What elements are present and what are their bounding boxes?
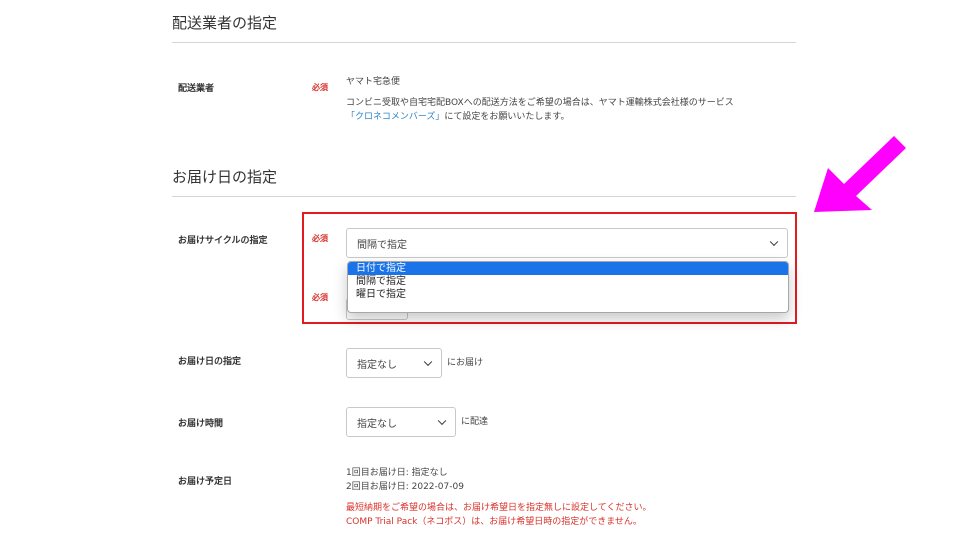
scheduled-label: お届け予定日 (178, 477, 233, 487)
cycle-label: お届けサイクルの指定 (178, 236, 268, 246)
annotation-arrow-icon (814, 136, 906, 212)
cycle-option[interactable]: 間隔で指定 (348, 275, 788, 288)
cycle-select[interactable]: 間隔で指定 (346, 228, 788, 258)
scheduled-warning2: COMP Trial Pack（ネコポス）は、お届け希望日時の指定ができません。 (346, 517, 642, 527)
date-select[interactable]: 指定なし (346, 348, 442, 378)
required-badge-second: 必須 (312, 293, 328, 302)
scheduled-warning1: 最短納期をご希望の場合は、お届け希望日を指定無しに設定してください。 (346, 503, 652, 513)
chevron-down-icon (769, 237, 779, 247)
cycle-option[interactable]: 日付で指定 (348, 262, 788, 275)
date-suffix: にお届け (447, 358, 484, 368)
date-label: お届け日の指定 (178, 357, 242, 367)
cycle-dropdown-list[interactable]: 日付で指定 間隔で指定 曜日で指定 (347, 261, 789, 313)
kuroneko-members-link[interactable]: 「クロネコメンバーズ」 (346, 112, 444, 122)
carrier-value: ヤマト宅急便 (346, 77, 401, 87)
divider (172, 42, 796, 43)
chevron-down-icon (423, 357, 433, 367)
cycle-option[interactable]: 曜日で指定 (348, 288, 788, 301)
scheduled-line1: 1回目お届け日: 指定なし (346, 468, 448, 478)
delivery-section-title: お届け日の指定 (172, 168, 278, 186)
required-badge: 必須 (312, 83, 328, 92)
chevron-down-icon (437, 416, 447, 426)
time-label: お届け時間 (178, 419, 224, 429)
cycle-select-value: 間隔で指定 (357, 239, 407, 251)
divider (172, 196, 796, 197)
carrier-note-line2: 「クロネコメンバーズ」にて設定をお願いいたします。 (346, 111, 569, 124)
scheduled-line2: 2回目お届け日: 2022-07-09 (346, 482, 464, 492)
carrier-note-rest: にて設定をお願いいたします。 (444, 112, 570, 122)
carrier-label: 配送業者 (178, 84, 215, 94)
time-suffix: に配達 (461, 417, 489, 427)
required-badge: 必須 (312, 234, 328, 243)
carrier-section-title: 配送業者の指定 (172, 14, 278, 32)
time-select[interactable]: 指定なし (346, 407, 456, 437)
time-select-value: 指定なし (357, 418, 397, 430)
date-select-value: 指定なし (357, 359, 397, 371)
carrier-note-line1: コンビニ受取や自宅宅配BOXへの配送方法をご希望の場合は、ヤマト運輸株式会社様の… (346, 98, 734, 108)
